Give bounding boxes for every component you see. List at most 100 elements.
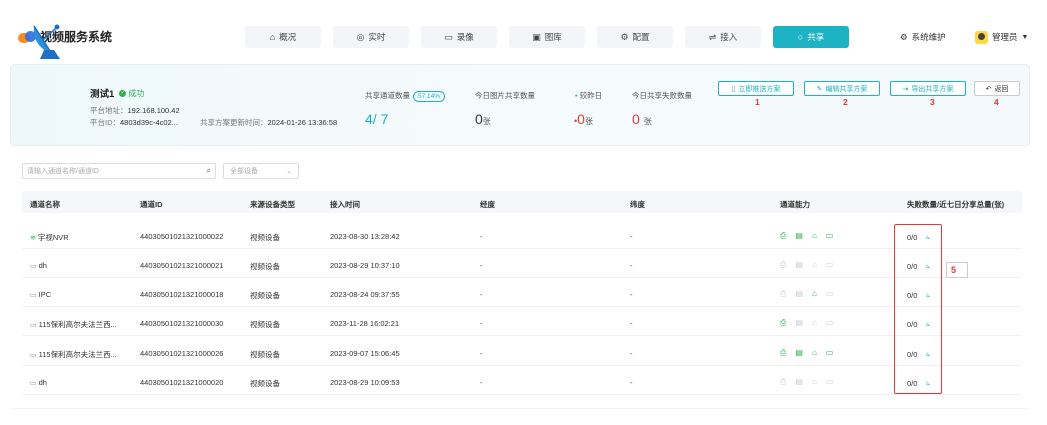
video-capability-icon: ⎙: [780, 318, 787, 327]
video-capability-icon: ⎙: [780, 377, 787, 386]
access-time: 2023-09-07 15:06:45: [330, 349, 400, 358]
row-divider: [22, 248, 1022, 249]
nav-realtime[interactable]: ◎ 实时: [333, 26, 409, 48]
video-capability-icon: ⎙: [780, 231, 787, 240]
row-divider: [22, 277, 1022, 278]
back-button[interactable]: ↶ 返回: [974, 81, 1020, 96]
device-capability-icon: ⌂: [811, 231, 817, 240]
nav-overview[interactable]: ⌂ 概况: [245, 26, 321, 48]
longitude: -: [480, 378, 483, 387]
access-time: 2023-11-28 16:02:21: [330, 319, 400, 328]
export-icon: ⇥: [902, 85, 909, 93]
device-capability-icon: ⌂: [811, 377, 817, 386]
channel-name: ▭ dh: [30, 261, 47, 270]
longitude: -: [480, 319, 483, 328]
today-fail-label: 今日共享失败数量: [632, 91, 692, 100]
channel-id: 44030501021321000021: [140, 261, 224, 270]
device-capability-icon: ⌂: [811, 289, 817, 298]
column-header-latitude: 纬度: [630, 200, 645, 209]
annotation-highlight-box: [894, 224, 942, 394]
search-icon[interactable]: ⌕: [207, 166, 211, 176]
location-icon: ◎: [356, 31, 365, 42]
channel-search-input[interactable]: 请输入通道名称/通道ID ⌕: [22, 163, 216, 179]
share-icon: ○: [797, 32, 804, 42]
column-header-access-time: 接入时间: [330, 200, 360, 209]
image-icon: ▣: [532, 31, 541, 42]
channel-capabilities: ⎙ ▤ ⌂ ▭: [780, 348, 833, 358]
photo-capability-icon: ▭: [825, 260, 834, 269]
document-icon: ▯: [731, 85, 736, 93]
annotation-number-5: 5: [946, 262, 968, 278]
channel-id: 44030501021321000020: [140, 378, 224, 387]
annotation-number-2: 2: [843, 97, 848, 107]
video-capability-icon: ⎙: [780, 348, 787, 357]
video-capability-icon: ⎙: [780, 289, 787, 298]
annotation-number-3: 3: [930, 97, 935, 107]
shared-channels-percent: 57.14%: [413, 91, 446, 102]
settings-icon: ⚙: [620, 31, 629, 42]
camera-icon: ▭: [30, 292, 37, 299]
nav-access[interactable]: ⇌ 接入: [685, 26, 761, 48]
nav-share[interactable]: ○ 共享: [773, 26, 849, 48]
longitude: -: [480, 349, 483, 358]
camera-icon: ▭: [30, 380, 37, 387]
column-header-id: 通道ID: [140, 200, 163, 209]
chevron-down-icon: ⌄: [286, 168, 292, 175]
column-header-name: 通道名称: [30, 200, 60, 209]
channel-id: 44030501021321000018: [140, 290, 224, 299]
push-plan-button[interactable]: ▯ 立即推送方案: [718, 81, 794, 96]
top-bar: 视频服务系统 ⌂ 概况 ◎ 实时 ▭ 录像 ▣ 图库 ⚙ 配置 ⇌ 接入 ○ 共享 ⚙ 系统维…: [0, 0, 1047, 72]
today-shared-label: 今日图片共享数量: [475, 91, 535, 100]
user-menu[interactable]: 管理员 ▼: [975, 26, 1028, 48]
device-capability-icon: ⌂: [811, 348, 817, 357]
dot-icon: •: [575, 91, 578, 100]
column-header-fail-count: 失败数量/近七日分享总量(张): [907, 200, 1005, 209]
platform-name-row: 测试1 ✓ 成功: [90, 86, 144, 101]
annotation-number-4: 4: [994, 97, 999, 107]
row-divider: [22, 306, 1022, 307]
divider: [10, 408, 1030, 409]
nav-config[interactable]: ⚙ 配置: [597, 26, 673, 48]
image-capability-icon: ▤: [795, 318, 803, 327]
shared-channels-label: 共享通道数量 57.14%: [365, 90, 446, 102]
device-capability-icon: ⌂: [811, 318, 817, 327]
photo-capability-icon: ▭: [825, 289, 834, 298]
longitude: -: [480, 232, 483, 241]
column-header-device-type: 来源设备类型: [250, 200, 295, 209]
row-divider: [22, 335, 1022, 336]
camera-icon: ▭: [30, 352, 37, 359]
export-plan-button[interactable]: ⇥ 导出共享方案: [890, 81, 966, 96]
nav-gallery[interactable]: ▣ 图库: [509, 26, 585, 48]
image-capability-icon: ▤: [795, 289, 803, 298]
nav-recording[interactable]: ▭ 录像: [421, 26, 497, 48]
column-header-longitude: 经度: [480, 200, 495, 209]
latitude: -: [630, 232, 633, 241]
latitude: -: [630, 261, 633, 270]
annotation-number-1: 1: [755, 97, 760, 107]
photo-capability-icon: ▭: [825, 377, 834, 386]
camera-icon: ▭: [30, 322, 37, 329]
caret-down-icon: ▼: [1021, 33, 1029, 41]
today-fail-value: 0 张: [632, 111, 652, 127]
avatar: [975, 30, 988, 44]
image-capability-icon: ▤: [795, 260, 803, 269]
row-divider: [22, 394, 1022, 395]
gear-icon: ⚙: [900, 31, 908, 42]
platform-address: 平台地址：192.168.100.42: [90, 106, 180, 115]
video-capability-icon: ⎙: [780, 260, 787, 269]
device-type: 视频设备: [250, 320, 280, 329]
access-time: 2023-08-30 13:28:42: [330, 232, 400, 241]
channel-name: ▭ IPC: [30, 290, 52, 299]
photo-capability-icon: ▭: [825, 318, 834, 327]
system-maintenance-link[interactable]: ⚙ 系统维护: [900, 26, 946, 48]
photo-capability-icon: ▭: [825, 348, 834, 357]
channel-capabilities: ⎙ ▤ ⌂ ▭: [780, 260, 833, 270]
device-type: 视频设备: [250, 291, 280, 300]
edit-plan-button[interactable]: ✎ 编辑共享方案: [804, 81, 880, 96]
access-time: 2023-08-29 10:37:10: [330, 261, 400, 270]
device-type: 视频设备: [250, 379, 280, 388]
photo-capability-icon: ▭: [825, 231, 834, 240]
channel-capabilities: ⎙ ▤ ⌂ ▭: [780, 377, 833, 387]
channel-capabilities: ⎙ ▤ ⌂ ▭: [780, 318, 833, 328]
device-type-select[interactable]: 全部设备 ⌄: [223, 163, 299, 179]
